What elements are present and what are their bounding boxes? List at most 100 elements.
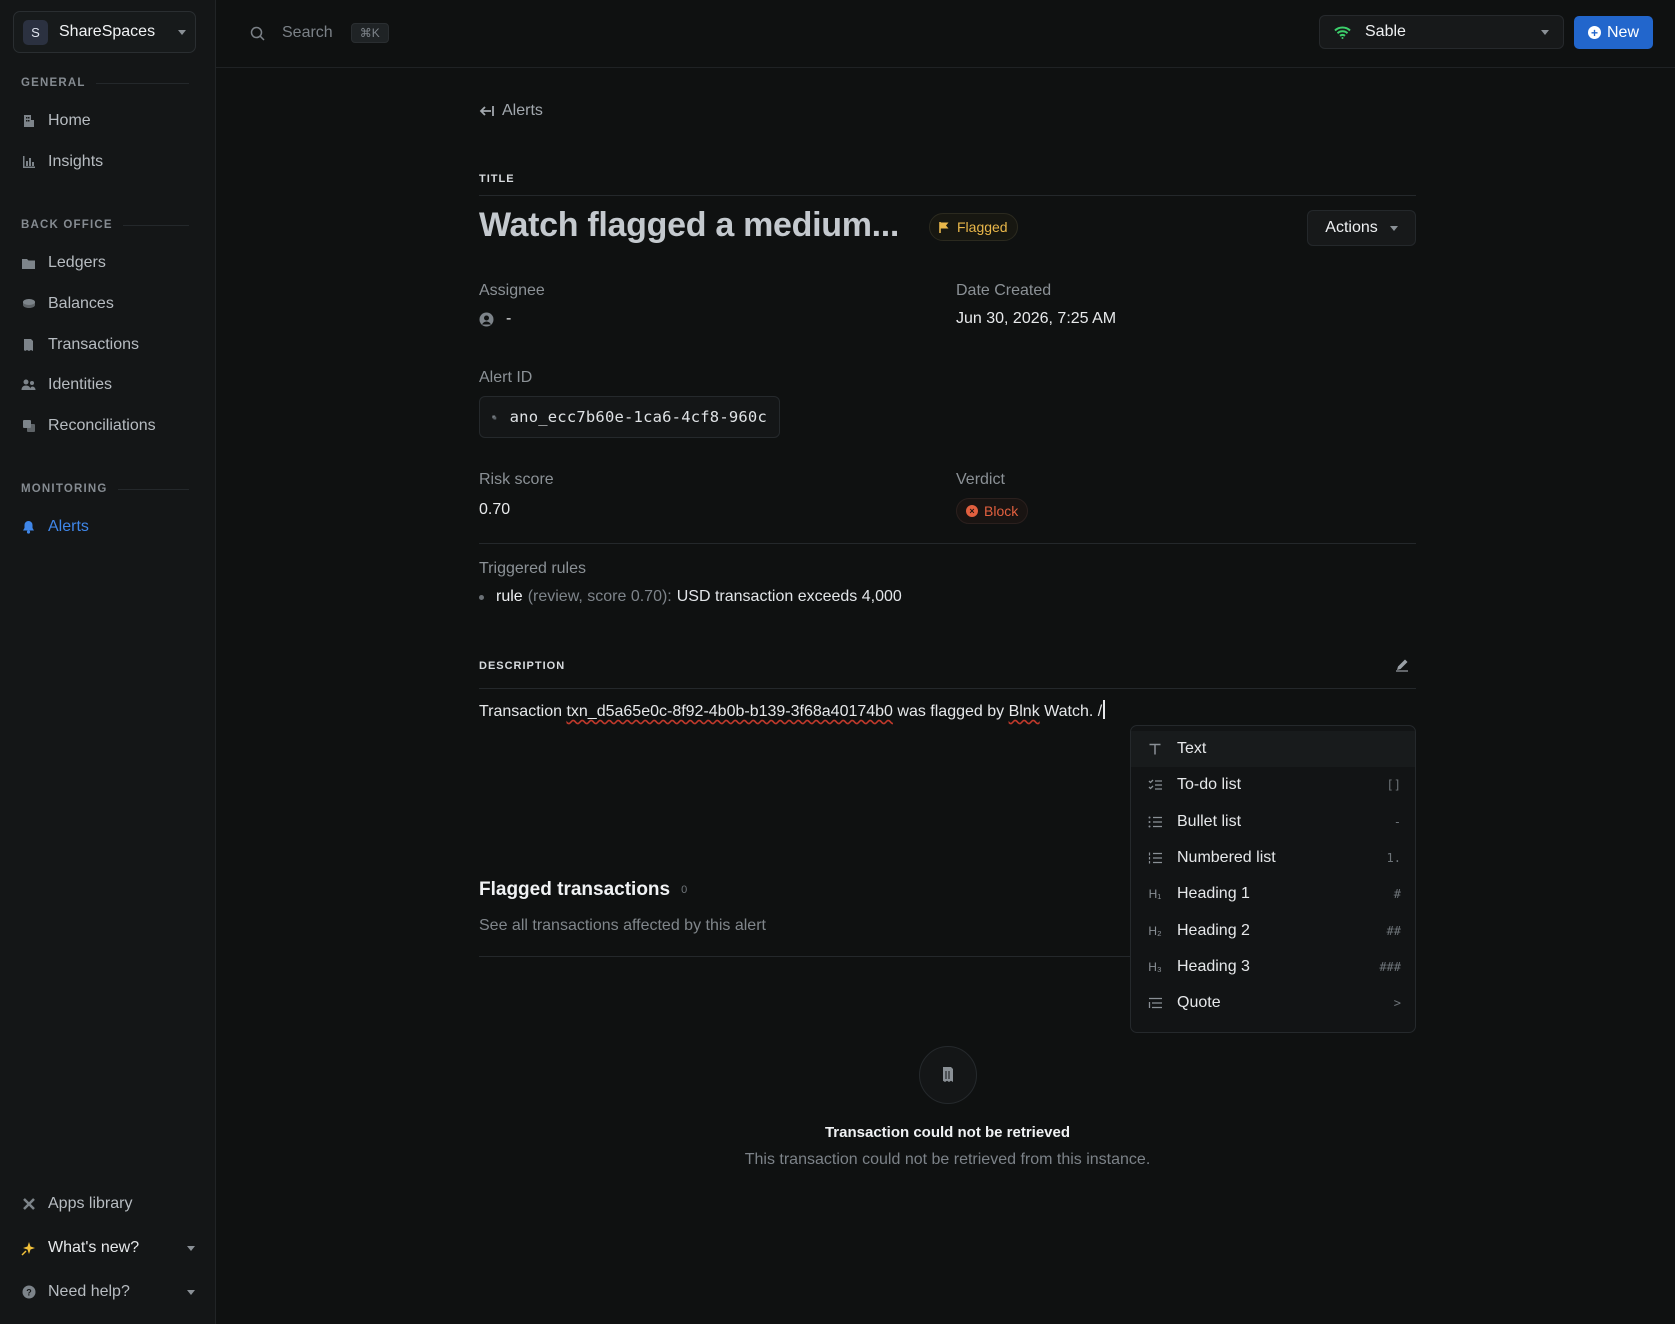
slash-item-text[interactable]: Text [1131,731,1415,768]
search-bar[interactable]: Search ⌘K [250,20,389,46]
title-section-label: TITLE [479,173,515,185]
chevron-down-icon [1389,225,1398,231]
verdict-badge: × Block [956,498,1029,524]
alert-id-value: ano_ecc7b60e-1ca6-4cf8-960c [509,408,767,426]
svg-text:?: ? [26,1288,32,1298]
h1-icon: H₁ [1148,887,1162,902]
actions-button[interactable]: Actions [1307,210,1416,246]
back-link-label: Alerts [502,102,543,119]
slash-item-label: Heading 1 [1177,885,1250,903]
workspace-avatar: S [23,19,48,45]
receipt-icon [21,338,36,353]
workspace-name: ShareSpaces [59,23,156,40]
sidebar-item-alerts[interactable]: Alerts [21,512,201,542]
verdict-badge-label: Block [984,503,1019,519]
description-editor[interactable]: Transaction txn_d5a65e0c-8f92-4b0b-b139-… [479,700,1105,721]
description-section-label: DESCRIPTION [479,660,566,672]
slash-item-shortcut: ### [1379,959,1401,974]
date-created-label: Date Created [956,282,1052,299]
receipt-icon [918,1046,977,1104]
slash-item-heading-1[interactable]: H₁ Heading 1 # [1131,876,1415,912]
slash-item-shortcut: [] [1386,778,1401,793]
slash-item-label: Bullet list [1177,812,1242,830]
sidebar-item-label: Transactions [48,336,139,353]
assignee-label: Assignee [479,282,545,299]
flagged-transactions-heading: Flagged transactions 0 [479,879,687,901]
sidebar-item-insights[interactable]: Insights [21,147,201,177]
sidebar-item-apps-library[interactable]: Apps library [21,1189,201,1219]
slash-item-quote[interactable]: Quote > [1131,985,1415,1021]
sidebar-item-label: What's new? [48,1239,140,1256]
environment-name: Sable [1365,23,1406,40]
slash-item-heading-3[interactable]: H₃ Heading 3 ### [1131,949,1415,985]
sidebar-item-label: Reconciliations [48,417,156,434]
sidebar-item-label: Ledgers [48,254,106,271]
sidebar-item-need-help[interactable]: ? Need help? [21,1277,201,1307]
workspace-switcher[interactable]: S ShareSpaces [13,11,196,53]
h2-icon: H₂ [1148,923,1162,938]
empty-state: Transaction could not be retrieved This … [479,1046,1416,1169]
sidebar-item-whats-new[interactable]: What's new? [21,1233,201,1263]
empty-state-subtitle: This transaction could not be retrieved … [744,1151,1151,1168]
slash-item-shortcut: > [1393,996,1401,1011]
new-button[interactable]: + New [1574,16,1653,49]
slash-item-todo-list[interactable]: To-do list [] [1131,767,1415,803]
slash-item-heading-2[interactable]: H₂ Heading 2 ## [1131,912,1415,948]
flag-icon [939,221,949,233]
chevron-down-icon [178,29,186,35]
plus-circle-icon: + [1587,26,1601,39]
risk-score-label: Risk score [479,471,554,488]
sidebar-item-balances[interactable]: Balances [21,289,201,319]
text-type-icon [1146,740,1164,758]
slash-item-numbered-list[interactable]: Numbered list 1. [1131,840,1415,876]
sidebar-item-identities[interactable]: Identities [21,370,201,400]
slash-item-label: Numbered list [1177,849,1276,867]
quote-icon [1146,994,1164,1012]
users-icon [21,378,36,393]
assignee-value[interactable]: - [479,310,511,328]
empty-state-title: Transaction could not be retrieved [824,1124,1071,1141]
checklist-icon [1146,776,1164,794]
sidebar-item-label: Insights [48,153,104,170]
alert-id-label: Alert ID [479,369,533,386]
chevron-down-icon [187,1289,195,1295]
apps-icon [21,1197,36,1212]
wifi-icon [1334,26,1351,39]
folder-icon [21,256,36,271]
nav-group-back-office: BACK OFFICE [21,219,189,231]
sidebar-item-transactions[interactable]: Transactions [21,330,201,360]
nav-group-general: GENERAL [21,77,189,89]
sidebar-item-reconciliations[interactable]: Reconciliations [21,411,201,441]
topbar: Search ⌘K Sable + New [216,0,1675,68]
status-badge: Flagged [929,213,1018,241]
sidebar-item-label: Home [48,112,91,129]
chevron-down-icon [187,1245,195,1251]
sidebar-item-home[interactable]: Home [21,106,201,136]
new-button-label: New [1606,23,1639,41]
alert-id-copy-field[interactable]: ano_ecc7b60e-1ca6-4cf8-960c [479,396,780,438]
flagged-transactions-title: Flagged transactions [479,879,671,900]
description-brand: Blnk [1008,703,1040,720]
text-cursor [1103,700,1105,719]
divider [479,543,1416,544]
triggered-rule-item: rule (review, score 0.70): USD transacti… [479,588,902,606]
sidebar-item-label: Apps library [48,1195,133,1212]
slash-item-shortcut: - [1393,814,1401,829]
chart-bar-icon [21,155,36,170]
sidebar-item-ledgers[interactable]: Ledgers [21,248,201,278]
slash-item-shortcut: 1. [1386,851,1401,866]
slash-item-bullet-list[interactable]: Bullet list - [1131,804,1415,840]
back-to-alerts-link[interactable]: Alerts [479,102,543,120]
bell-icon [21,520,36,535]
user-circle-icon [479,312,494,326]
rule-meta: (review, score 0.70): [527,588,672,605]
status-badge-label: Flagged [957,219,1008,235]
pencil-icon[interactable] [1395,658,1409,672]
slash-item-label: Text [1177,740,1207,758]
slash-item-label: Heading 3 [1177,957,1250,975]
page-title: Watch flagged a medium... [479,206,900,244]
bullet [479,594,484,600]
h3-icon: H₃ [1148,959,1162,974]
divider [479,688,1416,689]
environment-select[interactable]: Sable [1319,15,1564,49]
